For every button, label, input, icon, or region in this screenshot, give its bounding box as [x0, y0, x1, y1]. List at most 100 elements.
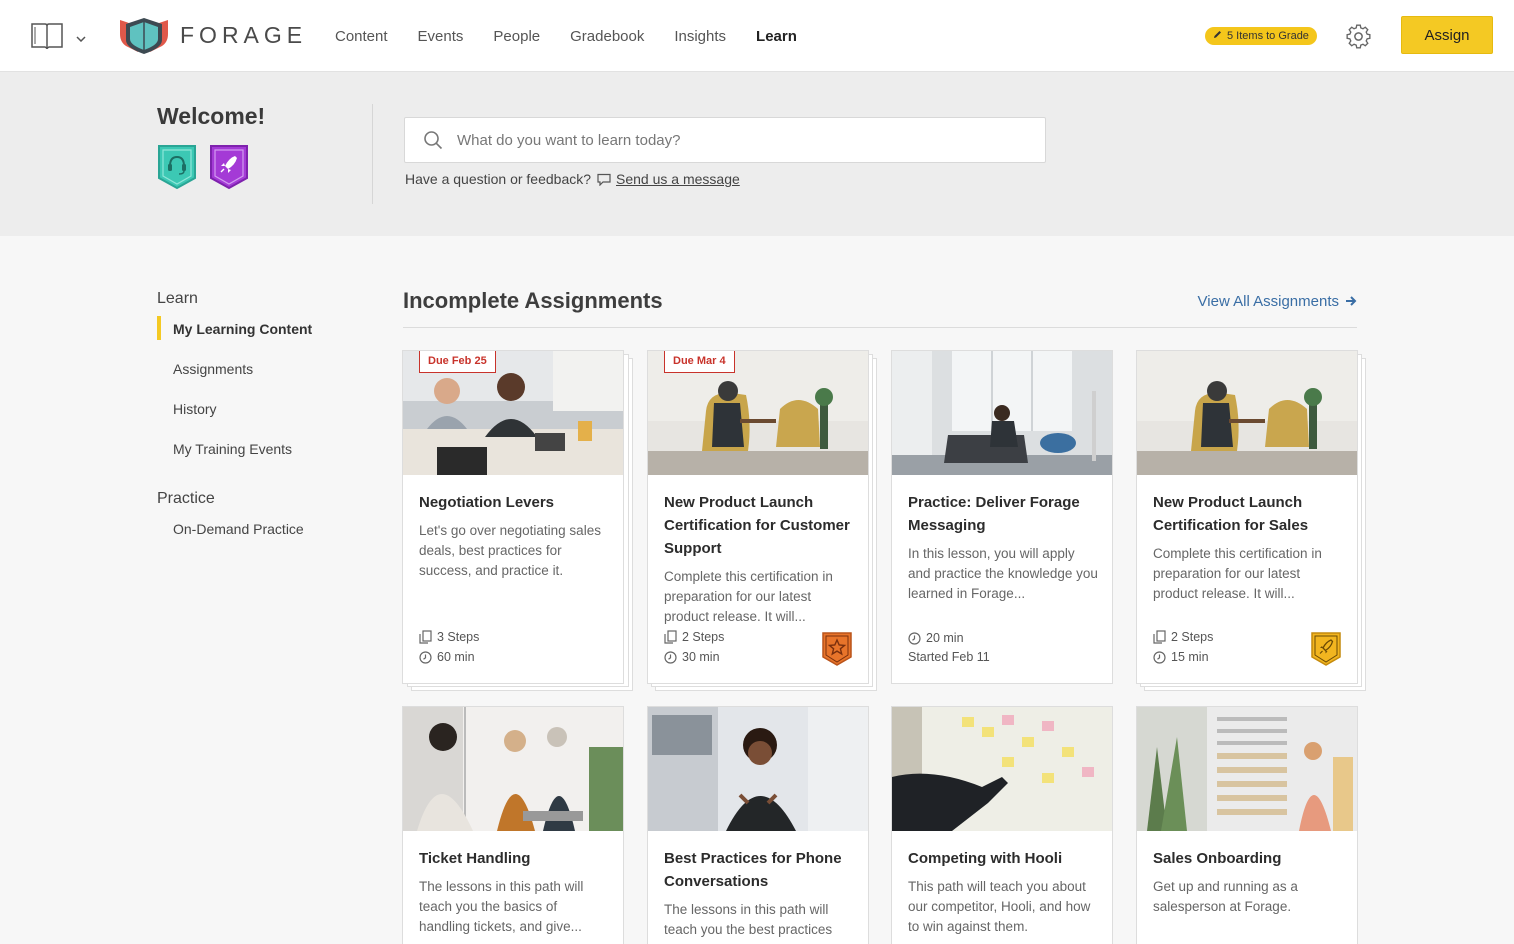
- nav-events[interactable]: Events: [418, 28, 464, 45]
- card-duration: 15 min: [1153, 650, 1209, 664]
- assignment-card[interactable]: Sales Onboarding Get up and running as a…: [1136, 706, 1358, 944]
- sidebar-heading-learn: Learn: [157, 290, 198, 307]
- steps-icon: [419, 630, 432, 644]
- card-title: Competing with Hooli: [908, 850, 1063, 867]
- card-title: Best Practices for Phone Conversations: [664, 850, 842, 890]
- app-switcher[interactable]: [30, 20, 86, 55]
- sidebar-item-on-demand-practice[interactable]: On-Demand Practice: [157, 522, 357, 562]
- headset-badge-icon[interactable]: [157, 142, 197, 195]
- welcome-title: Welcome!: [157, 103, 266, 129]
- sidebar-item-my-learning-content[interactable]: My Learning Content: [157, 316, 357, 362]
- assignment-card[interactable]: Competing with Hooli This path will teac…: [891, 706, 1113, 944]
- due-date-tag: Due Feb 25: [419, 351, 496, 373]
- search-box[interactable]: [404, 117, 1046, 163]
- nav-content[interactable]: Content: [335, 28, 388, 45]
- card-title: New Product Launch Certification for Sal…: [1153, 494, 1309, 534]
- nav-learn[interactable]: Learn: [756, 28, 797, 45]
- view-all-label: View All Assignments: [1197, 292, 1339, 310]
- items-to-grade-badge[interactable]: 5 Items to Grade: [1205, 27, 1317, 45]
- section-header: Incomplete Assignments View All Assignme…: [403, 285, 1357, 328]
- welcome-section: Welcome! Have a question or feedback? Se…: [0, 72, 1514, 236]
- feedback-row: Have a question or feedback? Send us a m…: [405, 171, 740, 187]
- clock-icon: [419, 650, 432, 664]
- card-title: Negotiation Levers: [419, 494, 555, 511]
- earned-badges: [157, 142, 249, 195]
- welcome-divider: [372, 104, 373, 204]
- assignment-card[interactable]: Best Practices for Phone Conversations T…: [647, 706, 869, 944]
- nav-gradebook[interactable]: Gradebook: [570, 28, 644, 45]
- assignment-card[interactable]: Ticket Handling The lessons in this path…: [402, 706, 624, 944]
- sidebar-heading-practice: Practice: [157, 490, 215, 507]
- card-steps-label: 2 Steps: [682, 630, 725, 644]
- main-nav: Content Events People Gradebook Insights…: [335, 0, 797, 72]
- card-steps-label: 2 Steps: [1171, 630, 1214, 644]
- logo-wordmark: FORAGE: [180, 21, 308, 48]
- card-duration-label: 30 min: [682, 650, 720, 664]
- card-description: This path will teach you about our compe…: [908, 879, 1091, 934]
- card-image-phone-call: [648, 707, 868, 831]
- assign-button[interactable]: Assign: [1401, 16, 1493, 54]
- card-title: Practice: Deliver Forage Messaging: [908, 494, 1080, 534]
- arrow-right-icon: [1345, 295, 1357, 307]
- card-image-sticky-notes: [892, 707, 1112, 831]
- nav-insights[interactable]: Insights: [674, 28, 726, 45]
- items-to-grade-label: 5 Items to Grade: [1227, 30, 1309, 42]
- card-image-office: [1137, 351, 1357, 475]
- card-duration-label: 15 min: [1171, 650, 1209, 664]
- top-navigation-bar: FORAGE Content Events People Gradebook I…: [0, 0, 1514, 72]
- card-description: In this lesson, you will apply and pract…: [908, 546, 1098, 601]
- card-duration-label: 60 min: [437, 650, 475, 664]
- card-started: Started Feb 11: [908, 650, 990, 664]
- chat-icon: [597, 173, 611, 186]
- send-message-link[interactable]: Send us a message: [597, 171, 740, 187]
- sidebar: Learn My Learning Content Assignments Hi…: [157, 290, 357, 562]
- clock-icon: [908, 631, 921, 645]
- gear-icon[interactable]: [1346, 24, 1371, 54]
- card-description: The lessons in this path will teach you …: [419, 879, 584, 934]
- sidebar-item-my-training-events[interactable]: My Training Events: [157, 442, 357, 482]
- card-duration: 20 min: [908, 631, 964, 645]
- pencil-icon: [1213, 30, 1222, 42]
- card-description: Let's go over negotiating sales deals, b…: [419, 523, 601, 578]
- card-description: The lessons in this path will teach you …: [664, 902, 833, 937]
- search-input[interactable]: [457, 131, 1045, 149]
- card-started-label: Started Feb 11: [908, 650, 990, 664]
- card-duration-label: 20 min: [926, 631, 964, 645]
- main-content: Incomplete Assignments View All Assignme…: [403, 285, 1357, 328]
- rocket-badge-icon[interactable]: [209, 142, 249, 195]
- steps-icon: [664, 630, 677, 644]
- clock-icon: [664, 650, 677, 664]
- section-title: Incomplete Assignments: [403, 288, 663, 313]
- card-title: Ticket Handling: [419, 850, 531, 867]
- sidebar-item-history[interactable]: History: [157, 402, 357, 442]
- card-description: Complete this certification in preparati…: [664, 569, 833, 624]
- card-steps-label: 3 Steps: [437, 630, 480, 644]
- card-duration: 30 min: [664, 650, 720, 664]
- assignment-card[interactable]: New Product Launch Certification for Sal…: [1136, 350, 1358, 684]
- forage-logo[interactable]: FORAGE: [118, 14, 307, 56]
- sidebar-item-assignments[interactable]: Assignments: [157, 362, 357, 402]
- chevron-down-icon: [76, 29, 86, 47]
- clock-icon: [1153, 650, 1166, 664]
- due-date-tag: Due Mar 4: [664, 351, 735, 373]
- card-image-letter-board: [1137, 707, 1357, 831]
- assignment-card[interactable]: Practice: Deliver Forage Messaging In th…: [891, 350, 1113, 684]
- card-description: Get up and running as a salesperson at F…: [1153, 879, 1298, 914]
- assignment-card[interactable]: Due Mar 4 New Product Launch Certificati…: [647, 350, 869, 684]
- card-image-lounge: [892, 351, 1112, 475]
- feedback-text: Have a question or feedback?: [405, 171, 592, 187]
- card-description: Complete this certification in preparati…: [1153, 546, 1322, 601]
- forage-logo-mark: [120, 18, 168, 54]
- rocket-badge-icon: [1311, 631, 1341, 672]
- send-message-label: Send us a message: [616, 171, 740, 187]
- card-title: Sales Onboarding: [1153, 850, 1282, 867]
- book-icon: [30, 20, 64, 55]
- card-title: New Product Launch Certification for Cus…: [664, 494, 850, 557]
- assignment-card[interactable]: Due Feb 25 Negotiation Levers Let's go o…: [402, 350, 624, 684]
- star-badge-icon: [822, 631, 852, 672]
- view-all-assignments-link[interactable]: View All Assignments: [1198, 293, 1357, 310]
- card-steps: 2 Steps: [1153, 630, 1213, 644]
- nav-people[interactable]: People: [493, 28, 540, 45]
- card-image-headset-team: [403, 707, 623, 831]
- card-steps: 3 Steps: [419, 630, 479, 644]
